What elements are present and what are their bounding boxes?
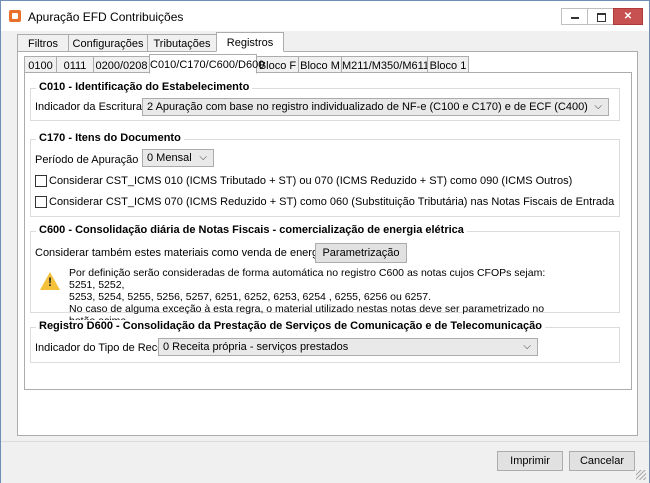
tab-c010-c170-c600-d600[interactable]: C010/C170/C600/D600 <box>149 54 264 74</box>
chevron-down-icon: ⌵ <box>523 341 531 352</box>
parametrizacao-button[interactable]: Parametrização <box>315 243 407 263</box>
d600-title: Registro D600 - Consolidação da Prestaçã… <box>36 320 545 332</box>
tipo-receita-label: Indicador do Tipo de Receita <box>35 342 176 354</box>
c010-title: C010 - Identificação do Estabelecimento <box>36 81 253 93</box>
imprimir-button[interactable]: Imprimir <box>497 451 563 471</box>
title-bar: Apuração EFD Contribuições ✕ <box>1 1 649 31</box>
minimize-icon <box>571 17 579 19</box>
indicador-escrituracao-value: 2 Apuração com base no registro individu… <box>147 101 588 113</box>
cancelar-button[interactable]: Cancelar <box>569 451 635 471</box>
c170-title: C170 - Itens do Documento <box>36 132 184 144</box>
maximize-button[interactable] <box>587 8 614 25</box>
cst-010-070-label: Considerar CST_ICMS 010 (ICMS Tributado … <box>49 175 573 187</box>
app-icon <box>9 10 21 22</box>
warning-line-2: 5253, 5254, 5255, 5256, 5257, 6251, 6252… <box>69 291 431 303</box>
tipo-receita-value: 0 Receita própria - serviços prestados <box>163 341 349 353</box>
tab-registros[interactable]: Registros <box>216 32 284 52</box>
close-button[interactable]: ✕ <box>613 8 643 25</box>
minimize-button[interactable] <box>561 8 588 25</box>
cst-070-060-checkbox[interactable] <box>35 196 47 208</box>
window-title: Apuração EFD Contribuições <box>28 10 184 24</box>
footer-bar: Imprimir Cancelar <box>1 441 649 483</box>
chevron-down-icon: ⌵ <box>199 152 207 163</box>
tab-configuracoes[interactable]: Configurações <box>68 34 148 52</box>
maximize-icon <box>597 13 606 22</box>
periodo-apuracao-select[interactable]: 0 Mensal ⌵ <box>142 149 214 167</box>
resize-grip-icon[interactable] <box>636 470 646 480</box>
indicador-escrituracao-select[interactable]: 2 Apuração com base no registro individu… <box>142 98 609 116</box>
warning-exclamation-icon: ! <box>48 275 52 289</box>
chevron-down-icon: ⌵ <box>594 101 602 112</box>
periodo-apuracao-label: Período de Apuração <box>35 154 139 166</box>
cst-010-070-checkbox[interactable] <box>35 175 47 187</box>
warning-line-1: Por definição serão consideradas de form… <box>69 267 546 291</box>
tipo-receita-select[interactable]: 0 Receita própria - serviços prestados ⌵ <box>158 338 538 356</box>
c600-title: C600 - Consolidação diária de Notas Fisc… <box>36 224 467 236</box>
close-icon: ✕ <box>623 11 633 22</box>
tab-filtros[interactable]: Filtros <box>17 34 69 52</box>
periodo-apuracao-value: 0 Mensal <box>147 152 192 164</box>
tab-tributacoes[interactable]: Tributações <box>147 34 217 52</box>
c600-warning-text: Por definição serão consideradas de form… <box>69 267 569 327</box>
app-window: Apuração EFD Contribuições ✕ Filtros Con… <box>0 0 650 483</box>
cst-070-060-label: Considerar CST_ICMS 070 (ICMS Reduzido +… <box>49 196 615 208</box>
